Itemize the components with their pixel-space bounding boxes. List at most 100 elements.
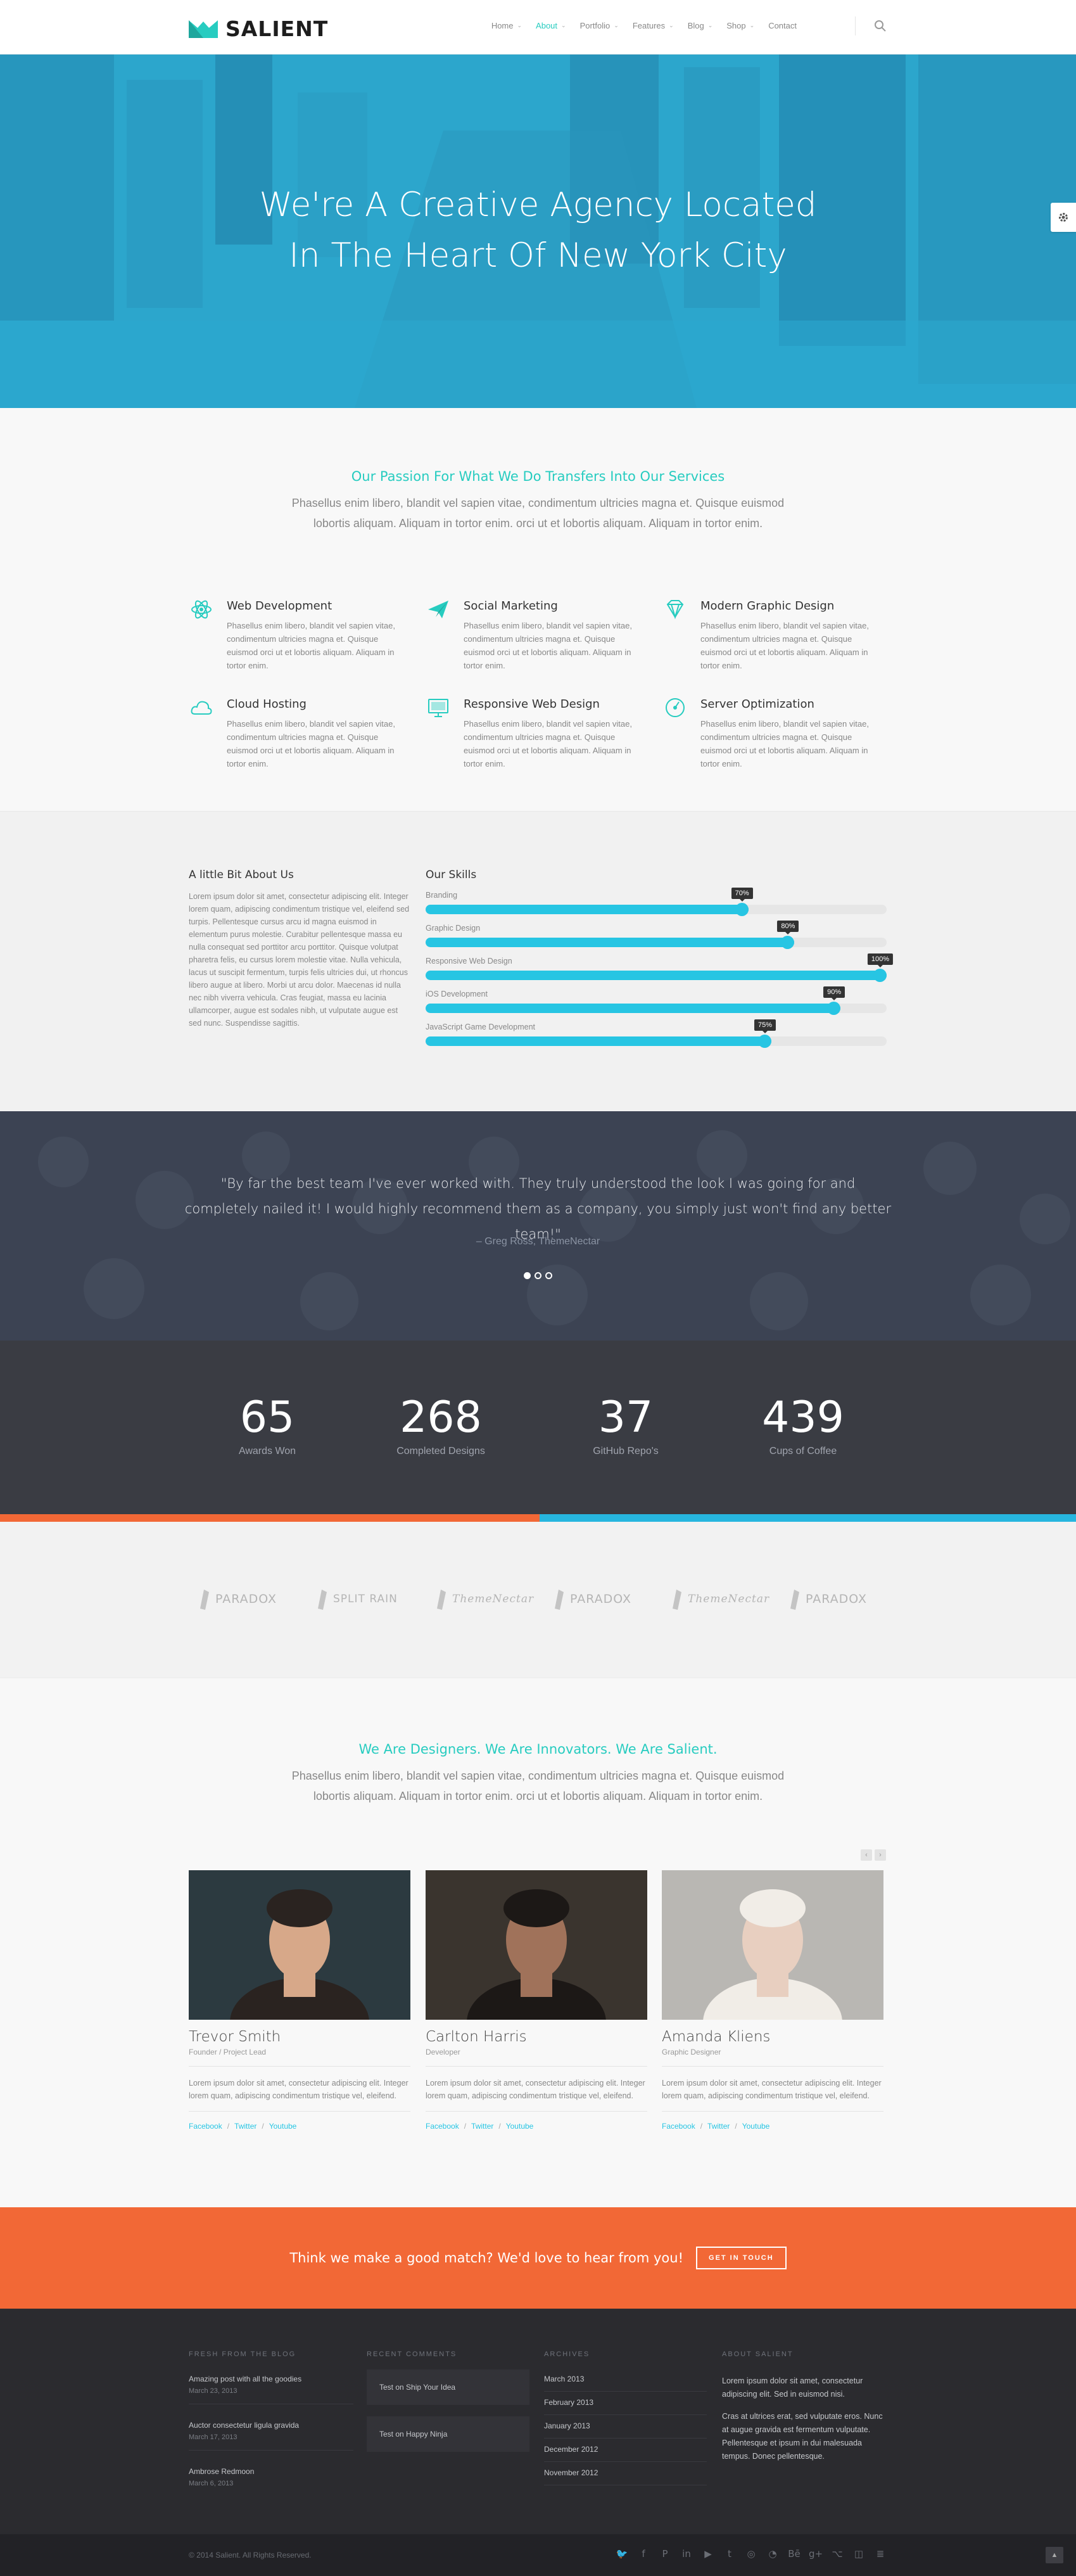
member-name: Trevor Smith xyxy=(189,2029,281,2045)
counter-item: 65 Awards Won xyxy=(191,1394,343,1457)
skill-percent-badge: 90% xyxy=(823,986,845,1000)
carousel-prev-button[interactable]: ‹ xyxy=(861,1849,872,1861)
google-plus-icon[interactable]: g+ xyxy=(809,2548,823,2560)
behance-icon[interactable]: Bē xyxy=(788,2548,801,2560)
social-link-youtube[interactable]: Youtube xyxy=(269,2122,297,2131)
client-logo[interactable]: SPLIT RAIN xyxy=(315,1588,398,1610)
nav-item-about[interactable]: About ⌄ xyxy=(529,21,573,30)
service-title: Web Development xyxy=(227,599,332,613)
footer-post-date: March 17, 2013 xyxy=(189,2433,237,2441)
client-logo[interactable]: PARADOX xyxy=(788,1588,867,1610)
footer-archive-item[interactable]: November 2012 xyxy=(544,2462,707,2485)
footer-post-title[interactable]: Amazing post with all the goodies xyxy=(189,2375,353,2383)
pinterest-icon[interactable]: P xyxy=(659,2548,671,2560)
team-heading: We Are Designers. We Are Innovators. We … xyxy=(358,1742,718,1757)
footer-archive-item[interactable]: February 2013 xyxy=(544,2392,707,2415)
client-logo[interactable]: PARADOX xyxy=(552,1588,631,1610)
slider-dot[interactable] xyxy=(535,1272,541,1279)
footer-about-column: ABOUT SALIENT Lorem ipsum dolor sit amet… xyxy=(722,2350,888,2463)
footer-post-date: March 6, 2013 xyxy=(189,2480,234,2487)
client-name: PARADOX xyxy=(570,1592,632,1606)
nav-item-home[interactable]: Home ⌄ xyxy=(484,21,529,30)
team-section: We Are Designers. We Are Innovators. We … xyxy=(0,1678,1076,2207)
divider xyxy=(189,2066,410,2067)
counter-item: 268 Completed Designs xyxy=(365,1394,517,1457)
testimonial-pagination xyxy=(0,1272,1076,1279)
cloud-icon xyxy=(191,701,212,715)
skill-bar-track: 75% xyxy=(426,1019,887,1048)
nav-item-blog[interactable]: Blog ⌄ xyxy=(681,21,720,30)
nav-item-shop[interactable]: Shop ⌄ xyxy=(719,21,761,30)
dribbble-icon[interactable]: ◎ xyxy=(745,2548,757,2560)
footer-blog-post: Amazing post with all the goodies March 2… xyxy=(189,2375,353,2404)
back-to-top-button[interactable]: ▲ xyxy=(1046,2547,1063,2563)
stackexchange-icon[interactable]: ≣ xyxy=(875,2548,886,2560)
youtube-icon[interactable]: ▶ xyxy=(702,2548,714,2560)
team-member-photo[interactable] xyxy=(189,1870,410,2020)
team-member-photo[interactable] xyxy=(662,1870,883,2020)
social-link-facebook[interactable]: Facebook xyxy=(426,2122,459,2131)
social-link-twitter[interactable]: Twitter xyxy=(471,2122,493,2131)
skill-bar-fill xyxy=(426,938,795,947)
footer-post-title[interactable]: Ambrose Redmoon xyxy=(189,2467,353,2476)
skill-bar-fill xyxy=(426,1004,841,1013)
skill-bar-knob xyxy=(781,936,795,949)
linkedin-icon[interactable]: in xyxy=(681,2548,692,2560)
footer-post-title[interactable]: Auctor consectetur ligula gravida xyxy=(189,2421,353,2430)
social-link-youtube[interactable]: Youtube xyxy=(506,2122,534,2131)
social-link-youtube[interactable]: Youtube xyxy=(742,2122,770,2131)
carousel-next-button[interactable]: › xyxy=(875,1849,886,1861)
team-member-photo[interactable] xyxy=(426,1870,647,2020)
social-link-facebook[interactable]: Facebook xyxy=(189,2122,222,2131)
skill-bar-knob xyxy=(827,1002,841,1015)
instagram-icon[interactable]: ◫ xyxy=(853,2548,864,2560)
service-body: Responsive Web Design Phasellus enim libe… xyxy=(464,696,647,770)
tumblr-icon[interactable]: t xyxy=(724,2548,735,2560)
nav-item-features[interactable]: Features ⌄ xyxy=(626,21,681,30)
member-role: Graphic Designer xyxy=(662,2048,721,2056)
service-title: Server Optimization xyxy=(700,698,814,711)
twitter-icon[interactable]: 🐦 xyxy=(616,2548,628,2560)
skill-bar-knob xyxy=(758,1035,771,1048)
service-title: Social Marketing xyxy=(464,599,558,613)
skill-row: iOS Development 90% xyxy=(426,986,887,1015)
site-logo[interactable]: SALIENT xyxy=(189,16,328,41)
footer-archive-item[interactable]: January 2013 xyxy=(544,2415,707,2439)
rss-icon[interactable]: ◔ xyxy=(767,2548,778,2560)
hero-headline: We're A Creative Agency Located In The H… xyxy=(0,180,1076,281)
social-link-facebook[interactable]: Facebook xyxy=(662,2122,695,2131)
client-logo[interactable]: PARADOX xyxy=(198,1588,277,1610)
chevron-down-icon: ⌄ xyxy=(749,22,755,29)
footer-archive-item[interactable]: March 2013 xyxy=(544,2368,707,2392)
member-role: Founder / Project Lead xyxy=(189,2048,267,2056)
skill-bar-track: 90% xyxy=(426,986,887,1015)
crown-logo-icon xyxy=(189,20,218,38)
chevron-down-icon: ⌄ xyxy=(517,22,522,29)
service-body: Social Marketing Phasellus enim libero, b… xyxy=(464,598,647,672)
client-logo[interactable]: ThemeNectar xyxy=(434,1588,534,1610)
skill-percent-badge: 75% xyxy=(754,1019,776,1033)
slider-dot[interactable] xyxy=(545,1272,552,1279)
counters-section: 65 Awards Won 268 Completed Designs 37 GitHub… xyxy=(0,1341,1076,1514)
footer-archive-item[interactable]: December 2012 xyxy=(544,2439,707,2462)
search-icon[interactable] xyxy=(873,19,887,33)
nav-item-contact[interactable]: Contact xyxy=(761,21,804,30)
facebook-icon[interactable]: f xyxy=(638,2548,649,2560)
skill-bar-knob xyxy=(873,969,887,982)
footer-comment-item[interactable]: Test on Happy Ninja xyxy=(367,2416,529,2452)
client-logo[interactable]: ThemeNectar xyxy=(670,1588,769,1610)
nav-item-portfolio[interactable]: Portfolio ⌄ xyxy=(573,21,626,30)
footer-comment-item[interactable]: Test on Ship Your Idea xyxy=(367,2369,529,2405)
skill-label: Responsive Web Design xyxy=(426,957,512,966)
social-link-twitter[interactable]: Twitter xyxy=(707,2122,730,2131)
testimonial-section: "By far the best team I've ever worked w… xyxy=(0,1111,1076,1341)
copyright-text: © 2014 Salient. All Rights Reserved. xyxy=(189,2551,312,2560)
slider-dot[interactable] xyxy=(524,1272,531,1279)
social-link-twitter[interactable]: Twitter xyxy=(234,2122,256,2131)
get-in-touch-button[interactable]: GET IN TOUCH xyxy=(696,2247,787,2269)
divider xyxy=(189,2450,353,2451)
service-title: Modern Graphic Design xyxy=(700,599,835,613)
github-icon[interactable]: ⌥ xyxy=(832,2548,843,2560)
settings-side-tab[interactable] xyxy=(1051,203,1076,232)
divider xyxy=(426,2066,647,2067)
